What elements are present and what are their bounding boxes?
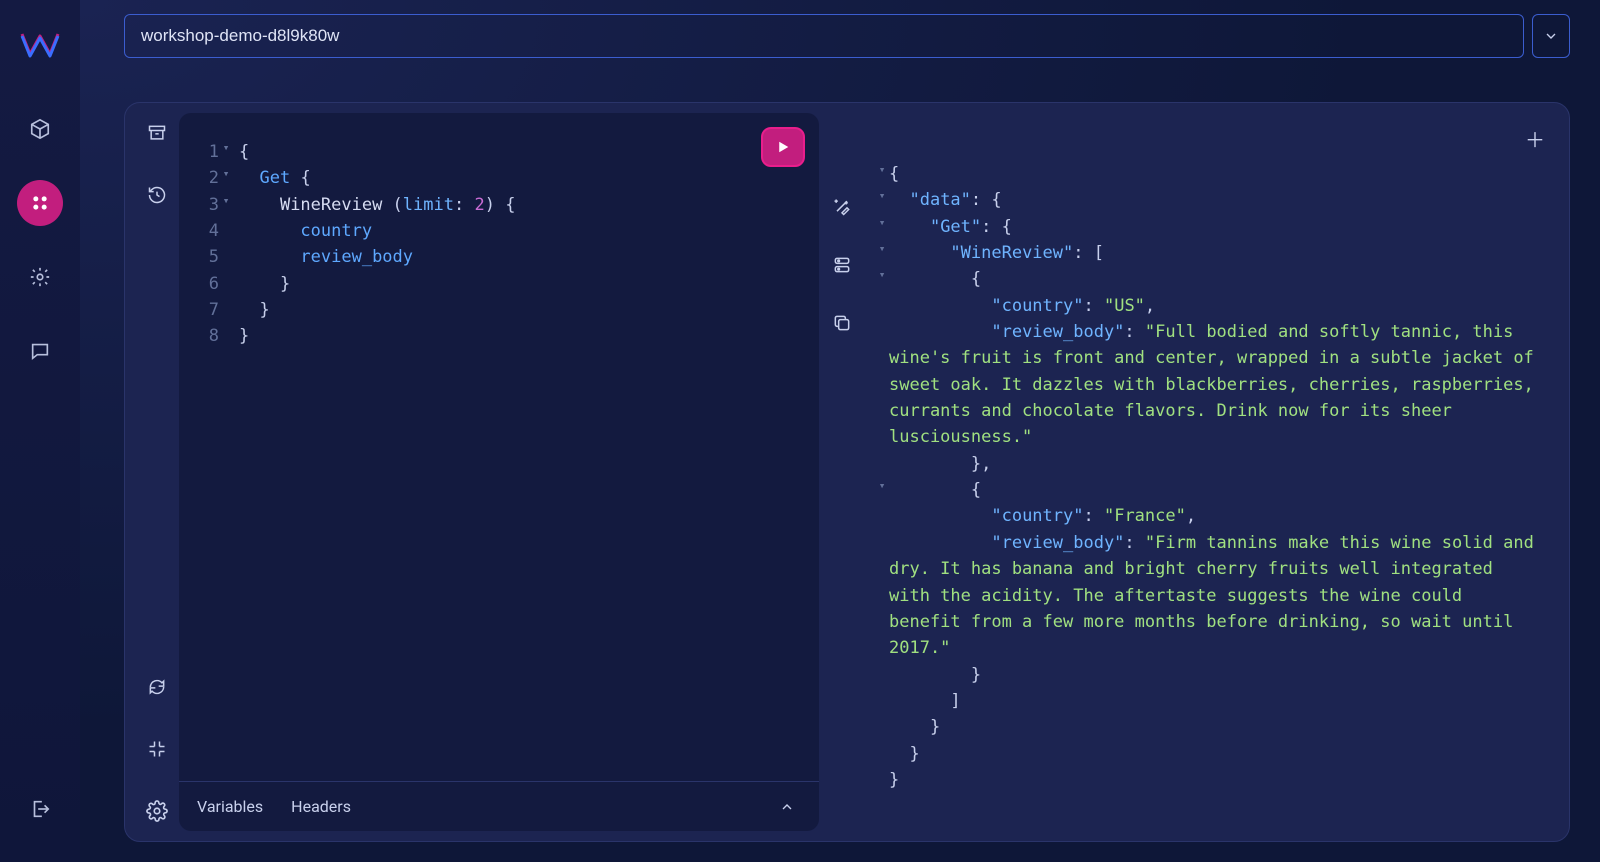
- keyboard-shortcuts-icon[interactable]: [143, 735, 171, 763]
- magic-icon[interactable]: [828, 193, 856, 221]
- copy-icon[interactable]: [828, 309, 856, 337]
- cube-icon[interactable]: [17, 106, 63, 152]
- editor-tool-column: [135, 113, 179, 831]
- add-tab-button[interactable]: ＋: [1525, 125, 1545, 156]
- settings-icon[interactable]: [143, 797, 171, 825]
- code-line: 7 }: [193, 297, 801, 323]
- result-line: ▾{: [875, 161, 1541, 187]
- result-line: }: [875, 741, 1541, 767]
- result-line: ▾ {: [875, 477, 1541, 503]
- apps-icon[interactable]: [17, 180, 63, 226]
- context-dropdown-button[interactable]: [1532, 14, 1570, 58]
- run-button[interactable]: [761, 127, 805, 167]
- workspace: 1▾{2▾ Get {3▾ WineReview (limit: 2) {4 c…: [124, 102, 1570, 842]
- result-tool-column: [819, 113, 865, 831]
- gear-icon[interactable]: [17, 254, 63, 300]
- tab-variables[interactable]: Variables: [197, 797, 263, 816]
- result-line: "review_body": "Firm tannins make this w…: [875, 530, 1541, 662]
- result-line: ▾ {: [875, 266, 1541, 292]
- result-line: "review_body": "Full bodied and softly t…: [875, 319, 1541, 451]
- results-pane[interactable]: ＋ ▾{▾ "data": {▾ "Get": {▾ "WineReview":…: [865, 113, 1559, 831]
- topbar: [124, 6, 1570, 66]
- chevron-up-icon[interactable]: [779, 799, 795, 815]
- code-line: 5 review_body: [193, 244, 801, 270]
- schema-icon[interactable]: [828, 251, 856, 279]
- history-icon[interactable]: [143, 181, 171, 209]
- code-line: 1▾{: [193, 139, 801, 165]
- result-line: ▾ "Get": {: [875, 214, 1541, 240]
- result-line: "country": "France",: [875, 503, 1541, 529]
- result-line: }: [875, 662, 1541, 688]
- code-line: 2▾ Get {: [193, 165, 801, 191]
- result-line: }: [875, 714, 1541, 740]
- result-line: ▾ "data": {: [875, 187, 1541, 213]
- context-input[interactable]: [124, 14, 1524, 58]
- result-line: },: [875, 451, 1541, 477]
- code-line: 8}: [193, 323, 801, 349]
- chat-icon[interactable]: [17, 328, 63, 374]
- result-line: ▾ "WineReview": [: [875, 240, 1541, 266]
- logout-icon[interactable]: [17, 786, 63, 832]
- query-editor[interactable]: 1▾{2▾ Get {3▾ WineReview (limit: 2) {4 c…: [179, 113, 819, 831]
- code-line: 4 country: [193, 218, 801, 244]
- result-line: "country": "US",: [875, 293, 1541, 319]
- tab-headers[interactable]: Headers: [291, 797, 351, 816]
- logo: [18, 22, 62, 66]
- refresh-icon[interactable]: [143, 673, 171, 701]
- code-line: 3▾ WineReview (limit: 2) {: [193, 192, 801, 218]
- nav-rail: [0, 0, 80, 862]
- result-line: ]: [875, 688, 1541, 714]
- result-line: }: [875, 767, 1541, 793]
- editor-bottom-bar: Variables Headers: [179, 781, 819, 831]
- archive-icon[interactable]: [143, 119, 171, 147]
- code-line: 6 }: [193, 271, 801, 297]
- code-area[interactable]: 1▾{2▾ Get {3▾ WineReview (limit: 2) {4 c…: [179, 135, 819, 781]
